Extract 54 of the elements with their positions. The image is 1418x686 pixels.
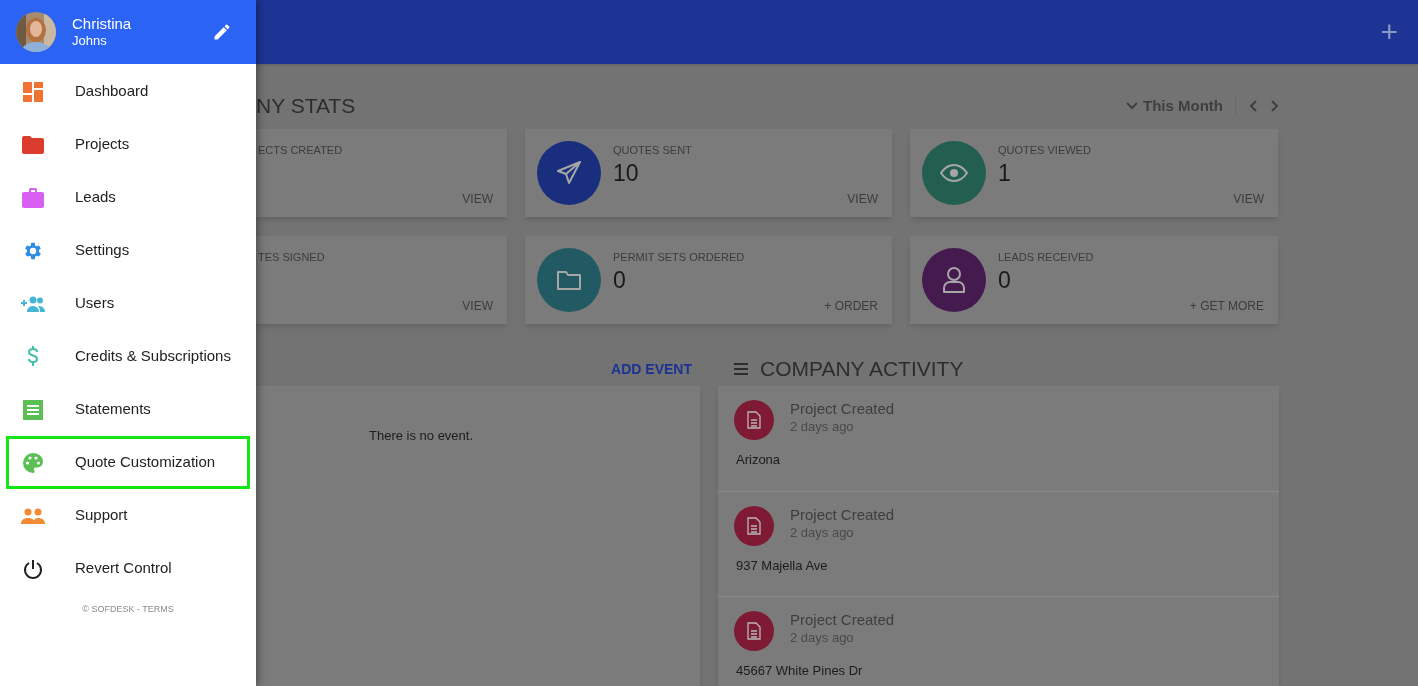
stat-value: 0 [998, 265, 1012, 295]
add-button[interactable]: + [1380, 17, 1398, 47]
section-title: NY STATS [256, 93, 356, 120]
document-icon [747, 411, 761, 429]
stat-label: QUOTES SENT [613, 143, 692, 158]
group-icon [21, 507, 45, 524]
activity-detail: 45667 White Pines Dr [736, 662, 864, 680]
stat-label: ECTS CREATED [258, 143, 343, 158]
chevron-down-icon [1125, 101, 1139, 111]
receipt-icon [23, 399, 43, 420]
footer-text[interactable]: © SOFDESK - TERMS [82, 603, 174, 617]
stat-label: PERMIT SETS ORDERED [613, 250, 745, 265]
dashboard-icon [23, 81, 43, 102]
stat-value: 0 [613, 265, 627, 295]
menu-item[interactable]: Users [6, 277, 250, 330]
menu-item[interactable]: Settings [6, 224, 250, 277]
menu-item[interactable]: Projects [6, 118, 250, 171]
menu-item[interactable]: Quote Customization [6, 436, 250, 489]
menu-item[interactable]: Support [6, 489, 250, 542]
activity-title: Project Created [790, 506, 895, 525]
next-icon[interactable] [1270, 99, 1280, 113]
folder-icon [22, 135, 44, 154]
paper-plane-icon [555, 159, 583, 187]
empty-message: There is no event. [369, 427, 474, 445]
eye-icon [940, 164, 968, 182]
edit-icon[interactable] [212, 22, 232, 42]
stat-label: TES SIGNED [258, 250, 325, 265]
activity-title: Project Created [790, 611, 895, 630]
menu-item[interactable]: Revert Control [6, 542, 250, 595]
activity-title: Project Created [790, 400, 895, 419]
previous-icon[interactable] [1248, 99, 1258, 113]
user-first-name: Christina [72, 14, 132, 34]
stat-value: 1 [998, 158, 1012, 188]
menu-icon [734, 363, 748, 375]
activity-detail: Arizona [736, 451, 782, 469]
stat-value: 10 [613, 158, 640, 188]
menu-item[interactable]: Dashboard [6, 65, 250, 118]
add-users-icon [21, 295, 45, 312]
person-icon [942, 266, 966, 294]
dollar-icon [26, 345, 40, 368]
menu-item[interactable]: Credits & Subscriptions [6, 330, 250, 383]
activity-detail: 937 Majella Ave [736, 557, 829, 575]
stat-label: QUOTES VIEWED [998, 143, 1091, 158]
user-last-name: Johns [72, 33, 108, 50]
menu-item[interactable]: Statements [6, 383, 250, 436]
stat-label: LEADS RECEIVED [998, 250, 1094, 265]
menu-item[interactable]: Leads [6, 171, 250, 224]
section-title: COMPANY ACTIVITY [760, 356, 964, 383]
folder-icon [556, 269, 582, 291]
document-icon [747, 622, 761, 640]
briefcase-icon [22, 187, 44, 208]
palette-icon [22, 451, 44, 474]
document-icon [747, 517, 761, 535]
power-icon [23, 558, 43, 579]
